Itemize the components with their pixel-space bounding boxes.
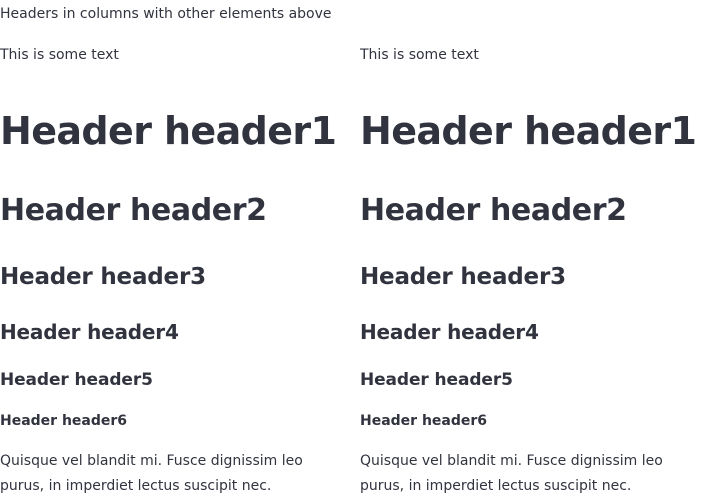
header-h4: Header header4: [360, 320, 539, 344]
header-h6: Header header6: [360, 413, 488, 429]
column-right: This is some text Header header1 Header …: [360, 0, 704, 499]
header-h1: Header header1: [0, 109, 337, 153]
header-h4: Header header4: [0, 320, 179, 344]
header-h5: Header header5: [360, 370, 513, 390]
header-h5: Header header5: [0, 370, 153, 390]
paragraph: Quisque vel blandit mi. Fusce dignissim …: [0, 453, 303, 494]
header-h2: Header header2: [360, 193, 627, 228]
header-h3: Header header3: [0, 264, 206, 290]
column-left: This is some text Header header1 Header …: [0, 0, 344, 499]
header-h1: Header header1: [360, 109, 697, 153]
header-h3: Header header3: [360, 264, 566, 290]
header-h2: Header header2: [0, 193, 267, 228]
text-block: This is some text: [0, 47, 119, 63]
text-block: This is some text: [360, 47, 479, 63]
paragraph: Quisque vel blandit mi. Fusce dignissim …: [360, 453, 663, 494]
header-h6: Header header6: [0, 413, 128, 429]
